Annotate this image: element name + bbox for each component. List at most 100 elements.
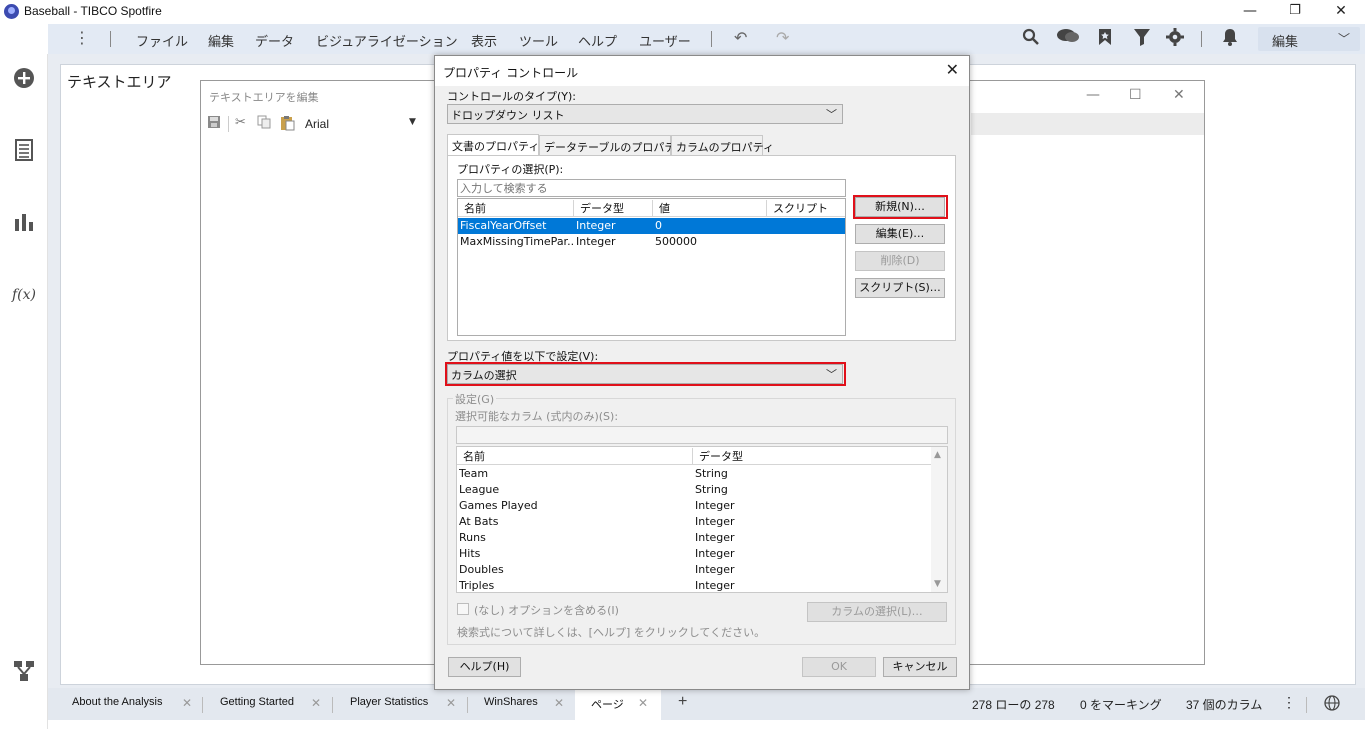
globe-icon[interactable] — [1324, 695, 1340, 714]
close-tab-icon[interactable]: ✕ — [554, 696, 564, 710]
page-tab-winshares[interactable]: WinShares ✕ — [469, 688, 573, 720]
column-search-input[interactable] — [456, 426, 948, 444]
undo-icon[interactable]: ↶ — [734, 28, 747, 47]
include-none-label: (なし) オプションを含める(I) — [474, 604, 619, 617]
font-dropdown-arrow-icon[interactable]: ▼ — [409, 117, 416, 127]
hierarchy-icon[interactable] — [12, 660, 36, 684]
column-row[interactable]: At Bats Integer — [457, 514, 933, 530]
column-name: Runs — [459, 531, 486, 544]
include-none-checkbox[interactable] — [457, 603, 469, 615]
minimize-button[interactable]: — — [1227, 0, 1273, 24]
property-list: 名前 データ型 値 スクリプト FiscalYearOffset Integer… — [457, 198, 846, 336]
ok-button[interactable]: OK — [802, 657, 876, 677]
data-table-icon[interactable] — [12, 139, 36, 163]
save-icon[interactable] — [207, 115, 221, 133]
menu-edit[interactable]: 編集 — [208, 31, 234, 50]
redo-icon[interactable]: ↷ — [776, 28, 789, 47]
column-row[interactable]: Doubles Integer — [457, 562, 933, 578]
column-row[interactable]: Triples Integer — [457, 578, 933, 592]
page-tab-getting-started[interactable]: Getting Started ✕ — [204, 688, 330, 720]
gear-icon[interactable] — [1166, 28, 1184, 50]
tab-document-properties[interactable]: 文書のプロパティ — [447, 134, 539, 156]
column-header-script[interactable]: スクリプト — [767, 200, 845, 216]
filter-icon[interactable] — [1134, 28, 1150, 50]
cut-icon[interactable]: ✂ — [235, 115, 246, 130]
maximize-icon[interactable]: ☐ — [1129, 87, 1142, 103]
paste-icon[interactable] — [280, 115, 295, 135]
close-icon[interactable]: ✕ — [1173, 87, 1185, 103]
menu-user[interactable]: ユーザー — [639, 31, 691, 50]
page-tab-label: Player Statistics — [350, 696, 429, 708]
notification-bell-icon[interactable] — [1222, 28, 1238, 50]
column-row[interactable]: Hits Integer — [457, 546, 933, 562]
menu-view[interactable]: 表示 — [471, 31, 497, 50]
close-tab-icon[interactable]: ✕ — [311, 696, 321, 710]
delete-property-button[interactable]: 削除(D) — [855, 251, 945, 271]
restore-button[interactable]: ❐ — [1272, 0, 1318, 24]
add-icon[interactable] — [12, 67, 36, 91]
function-fx-icon[interactable]: f(x) — [12, 283, 36, 307]
property-search-input[interactable] — [458, 180, 845, 196]
page-tab-label: ページ — [591, 699, 624, 711]
selectable-columns-list: 名前 データ型 Team String League String Games … — [456, 446, 948, 593]
property-type: Integer — [576, 219, 616, 232]
close-tab-icon[interactable]: ✕ — [638, 696, 648, 710]
bookmark-icon[interactable] — [1098, 28, 1112, 50]
column-type: Integer — [695, 579, 735, 592]
script-button[interactable]: スクリプト(S)… — [855, 278, 945, 298]
add-page-button[interactable]: + — [678, 693, 687, 711]
scroll-down-icon[interactable]: ▼ — [934, 579, 941, 589]
page-tab-label: WinShares — [484, 696, 538, 708]
dialog-close-icon[interactable]: ✕ — [946, 60, 959, 79]
control-type-dropdown[interactable]: ドロップダウン リスト ﹀ — [447, 104, 843, 124]
control-type-value: ドロップダウン リスト — [451, 109, 565, 122]
tab-data-table-properties[interactable]: データテーブルのプロパティ — [539, 135, 686, 156]
expression-help-text: 検索式について詳しくは、[ヘルプ] をクリックしてください。 — [457, 626, 766, 639]
menu-visualization[interactable]: ビジュアライゼーション — [316, 31, 458, 50]
menu-help[interactable]: ヘルプ — [578, 31, 617, 50]
toolbar-separator — [711, 31, 712, 47]
select-columns-button[interactable]: カラムの選択(L)… — [807, 602, 947, 622]
property-row[interactable]: FiscalYearOffset Integer 0 — [458, 218, 845, 234]
column-row[interactable]: League String — [457, 482, 933, 498]
copy-icon[interactable] — [257, 115, 271, 133]
edit-mode-dropdown[interactable]: 編集 ﹀ — [1258, 27, 1360, 51]
scroll-up-icon[interactable]: ▲ — [934, 450, 941, 460]
column-header-name[interactable]: 名前 — [458, 200, 574, 216]
cancel-button[interactable]: キャンセル — [883, 657, 957, 677]
property-row[interactable]: MaxMissingTimePar... Integer 500000 — [458, 234, 845, 250]
columns-list-scrollbar[interactable]: ▲ ▼ — [931, 447, 947, 592]
close-tab-icon[interactable]: ✕ — [182, 696, 192, 710]
column-header-data-type[interactable]: データ型 — [693, 448, 933, 464]
page-tab-about-the-analysis[interactable]: About the Analysis ✕ — [48, 688, 198, 720]
column-row[interactable]: Runs Integer — [457, 530, 933, 546]
close-tab-icon[interactable]: ✕ — [446, 696, 456, 710]
search-icon[interactable] — [1022, 28, 1040, 50]
property-search-box[interactable] — [457, 179, 846, 197]
menu-tools[interactable]: ツール — [519, 31, 558, 50]
collaboration-icon[interactable] — [1056, 28, 1080, 50]
font-family-selector[interactable]: Arial — [305, 117, 329, 131]
property-name: FiscalYearOffset — [460, 219, 547, 232]
column-row[interactable]: Games Played Integer — [457, 498, 933, 514]
title-bar: Baseball - TIBCO Spotfire — ❐ ✕ — [0, 0, 1365, 24]
menu-data[interactable]: データ — [255, 31, 294, 50]
column-row[interactable]: Team String — [457, 466, 933, 482]
document-properties-panel: プロパティの選択(P): 名前 データ型 値 スクリプト FiscalYearO… — [447, 155, 956, 341]
page-tab-player-statistics[interactable]: Player Statistics ✕ — [334, 688, 462, 720]
status-more-icon[interactable]: ⋮ — [1282, 694, 1296, 711]
menu-file[interactable]: ファイル — [136, 31, 188, 50]
edit-property-button[interactable]: 編集(E)… — [855, 224, 945, 244]
dialog-title: プロパティ コントロール — [443, 66, 579, 80]
tab-separator — [1306, 697, 1307, 713]
column-header-data-type[interactable]: データ型 — [574, 200, 653, 216]
column-header-value[interactable]: 値 — [653, 200, 767, 216]
minimize-icon[interactable]: — — [1086, 87, 1100, 103]
visualizations-icon[interactable] — [12, 211, 36, 235]
tab-column-properties[interactable]: カラムのプロパティ — [671, 135, 774, 156]
help-button[interactable]: ヘルプ(H) — [448, 657, 521, 677]
column-header-name[interactable]: 名前 — [457, 448, 693, 464]
page-tab-page[interactable]: ページ ✕ — [575, 688, 661, 720]
close-window-button[interactable]: ✕ — [1318, 0, 1364, 24]
more-menu-icon[interactable]: ⋮ — [74, 28, 90, 47]
